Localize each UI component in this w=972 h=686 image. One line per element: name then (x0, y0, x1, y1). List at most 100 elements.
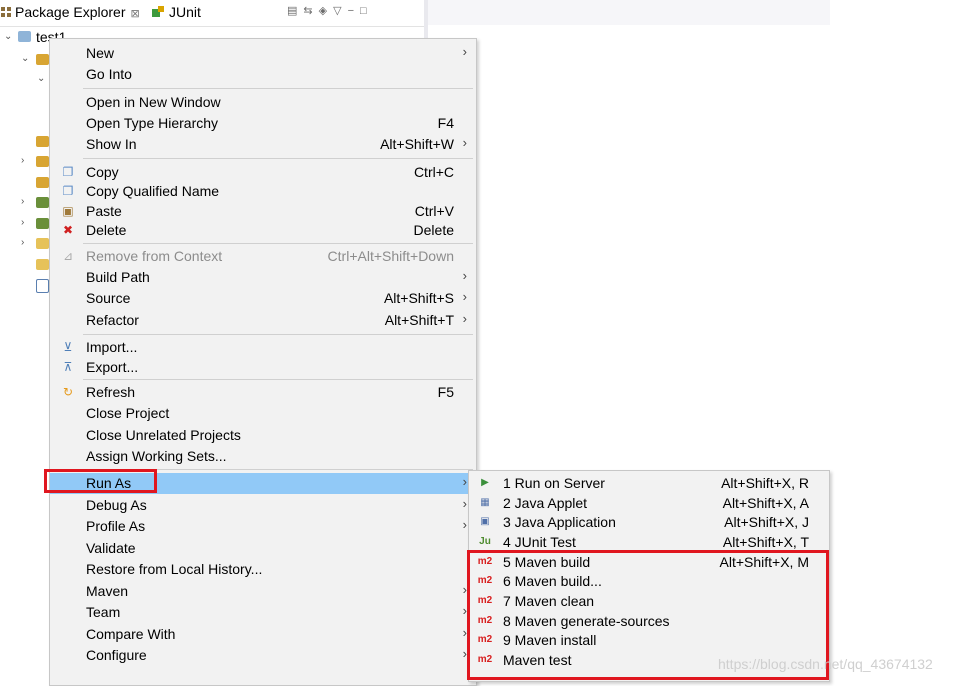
chevron-right-icon[interactable]: › (21, 237, 24, 248)
chevron-right-icon[interactable]: › (21, 196, 24, 207)
tree-row[interactable] (0, 256, 49, 276)
submenu-item-shortcut: Alt+Shift+X, J (724, 514, 809, 530)
menu-item-open-type-hierarchy[interactable]: Open Type Hierarchy F4 (50, 113, 476, 134)
menu-item-profile-as[interactable]: Profile As › (50, 516, 476, 537)
folder-icon (36, 259, 49, 270)
chevron-right-icon[interactable]: › (21, 155, 24, 166)
menu-item-validate[interactable]: Validate (50, 538, 476, 559)
tree-row[interactable]: ⌄ (0, 71, 49, 91)
chevron-right-icon: › (462, 289, 467, 304)
submenu-item-junit-test[interactable]: Ju 4 JUnit Test Alt+Shift+X, T (469, 532, 829, 552)
menu-item-go-into[interactable]: Go Into (50, 64, 476, 85)
submenu-item-label: 3 Java Application (503, 514, 616, 530)
menu-separator (83, 88, 473, 89)
menu-item-label: Restore from Local History... (86, 561, 263, 577)
menu-item-paste[interactable]: ▣ Paste Ctrl+V (50, 201, 476, 222)
view-tab-bar: Package Explorer ⊠ JUnit ▤⇆◈▽−□ (0, 0, 424, 27)
tree-row[interactable] (0, 132, 49, 152)
menu-item-label: Compare With (86, 626, 176, 642)
menu-item-label: Build Path (86, 269, 150, 285)
collapse-all-icon[interactable]: ▤ (287, 5, 303, 17)
menu-item-refresh[interactable]: ↻ Refresh F5 (50, 382, 476, 403)
link-editor-icon[interactable]: ⇆ (303, 5, 318, 17)
menu-item-new[interactable]: New › (50, 43, 476, 64)
menu-separator (83, 334, 473, 335)
menu-item-delete[interactable]: ✖ Delete Delete (50, 220, 476, 241)
close-icon[interactable]: ⊠ (131, 8, 140, 20)
chevron-right-icon[interactable]: › (21, 217, 24, 228)
server-icon: ▶ (481, 477, 489, 488)
submenu-item-java-application[interactable]: ▣ 3 Java Application Alt+Shift+X, J (469, 512, 829, 532)
refresh-icon: ↻ (62, 385, 74, 399)
library-icon (36, 218, 49, 229)
menu-item-label: Source (86, 290, 131, 306)
tree-row[interactable] (0, 174, 49, 194)
menu-item-close-project[interactable]: Close Project (50, 403, 476, 424)
delete-icon: ✖ (62, 223, 74, 237)
maximize-icon[interactable]: □ (360, 5, 373, 17)
import-icon: ⊻ (63, 340, 73, 354)
menu-item-label: Show In (86, 136, 137, 152)
menu-item-show-in[interactable]: Show In Alt+Shift+W › (50, 134, 476, 155)
menu-item-label: Open Type Hierarchy (86, 115, 219, 131)
project-icon (18, 31, 31, 42)
menu-item-import[interactable]: ⊻ Import... (50, 337, 476, 358)
tree-row[interactable]: ⌄ (0, 51, 49, 71)
package-folder-icon (36, 177, 49, 188)
menu-item-export[interactable]: ⊼ Export... (50, 357, 476, 378)
menu-item-maven[interactable]: Maven › (50, 581, 476, 602)
chevron-right-icon: › (462, 44, 467, 59)
menu-item-refactor[interactable]: Refactor Alt+Shift+T › (50, 310, 476, 331)
menu-item-shortcut: Delete (413, 222, 454, 238)
copy-icon: ❐ (62, 165, 74, 179)
menu-item-copy-qualified-name[interactable]: ❐ Copy Qualified Name (50, 181, 476, 202)
menu-item-label: Refresh (86, 384, 136, 400)
view-menu-icon[interactable]: ▽ (333, 5, 347, 17)
remove-context-icon: ⊿ (62, 249, 74, 263)
java-app-icon: ▣ (480, 516, 490, 527)
submenu-item-shortcut: Alt+Shift+X, R (721, 475, 809, 491)
library-icon (36, 197, 49, 208)
tree-row[interactable]: › (0, 153, 49, 173)
chevron-down-icon[interactable]: ⌄ (21, 53, 29, 64)
chevron-right-icon: › (462, 474, 467, 489)
menu-item-restore-local-history[interactable]: Restore from Local History... (50, 559, 476, 580)
chevron-right-icon: › (462, 496, 467, 511)
tree-row[interactable] (0, 277, 49, 297)
tab-label: Package Explorer (15, 4, 126, 20)
menu-item-open-new-window[interactable]: Open in New Window (50, 92, 476, 113)
menu-item-label: Maven (86, 583, 129, 599)
minimize-icon[interactable]: − (348, 5, 360, 17)
tree-row[interactable]: › (0, 235, 49, 255)
menu-item-build-path[interactable]: Build Path › (50, 267, 476, 288)
menu-item-close-unrelated-projects[interactable]: Close Unrelated Projects (50, 425, 476, 446)
menu-item-label: Go Into (86, 66, 132, 82)
tab-junit[interactable]: JUnit (152, 4, 201, 21)
menu-item-assign-working-sets[interactable]: Assign Working Sets... (50, 446, 476, 467)
menu-item-debug-as[interactable]: Debug As › (50, 495, 476, 516)
menu-item-label: Refactor (86, 312, 139, 328)
menu-item-source[interactable]: Source Alt+Shift+S › (50, 288, 476, 309)
menu-item-compare-with[interactable]: Compare With › (50, 624, 476, 645)
chevron-right-icon: › (462, 311, 467, 326)
menu-item-copy[interactable]: ❐ Copy Ctrl+C (50, 162, 476, 183)
submenu-item-shortcut: Alt+Shift+X, T (722, 534, 809, 550)
chevron-down-icon[interactable]: ⌄ (4, 31, 12, 42)
menu-item-shortcut: Ctrl+C (413, 164, 454, 180)
menu-item-label: Export... (86, 359, 139, 375)
menu-item-label: Debug As (86, 497, 147, 513)
menu-item-label: Copy (86, 164, 119, 180)
tab-label: JUnit (169, 4, 201, 20)
submenu-item-java-applet[interactable]: ▦ 2 Java Applet Alt+Shift+X, A (469, 493, 829, 513)
tree-row[interactable]: › (0, 215, 49, 235)
chevron-right-icon: › (462, 135, 467, 150)
focus-icon[interactable]: ◈ (319, 5, 333, 17)
package-folder-icon (36, 156, 49, 167)
menu-item-team[interactable]: Team › (50, 602, 476, 623)
submenu-item-run-on-server[interactable]: ▶ 1 Run on Server Alt+Shift+X, R (469, 473, 829, 493)
tree-row[interactable]: › (0, 194, 49, 214)
chevron-down-icon[interactable]: ⌄ (37, 73, 45, 84)
package-explorer-icon (0, 5, 12, 21)
menu-item-configure[interactable]: Configure › (50, 645, 476, 666)
tab-package-explorer[interactable]: Package Explorer ⊠ (0, 4, 140, 21)
